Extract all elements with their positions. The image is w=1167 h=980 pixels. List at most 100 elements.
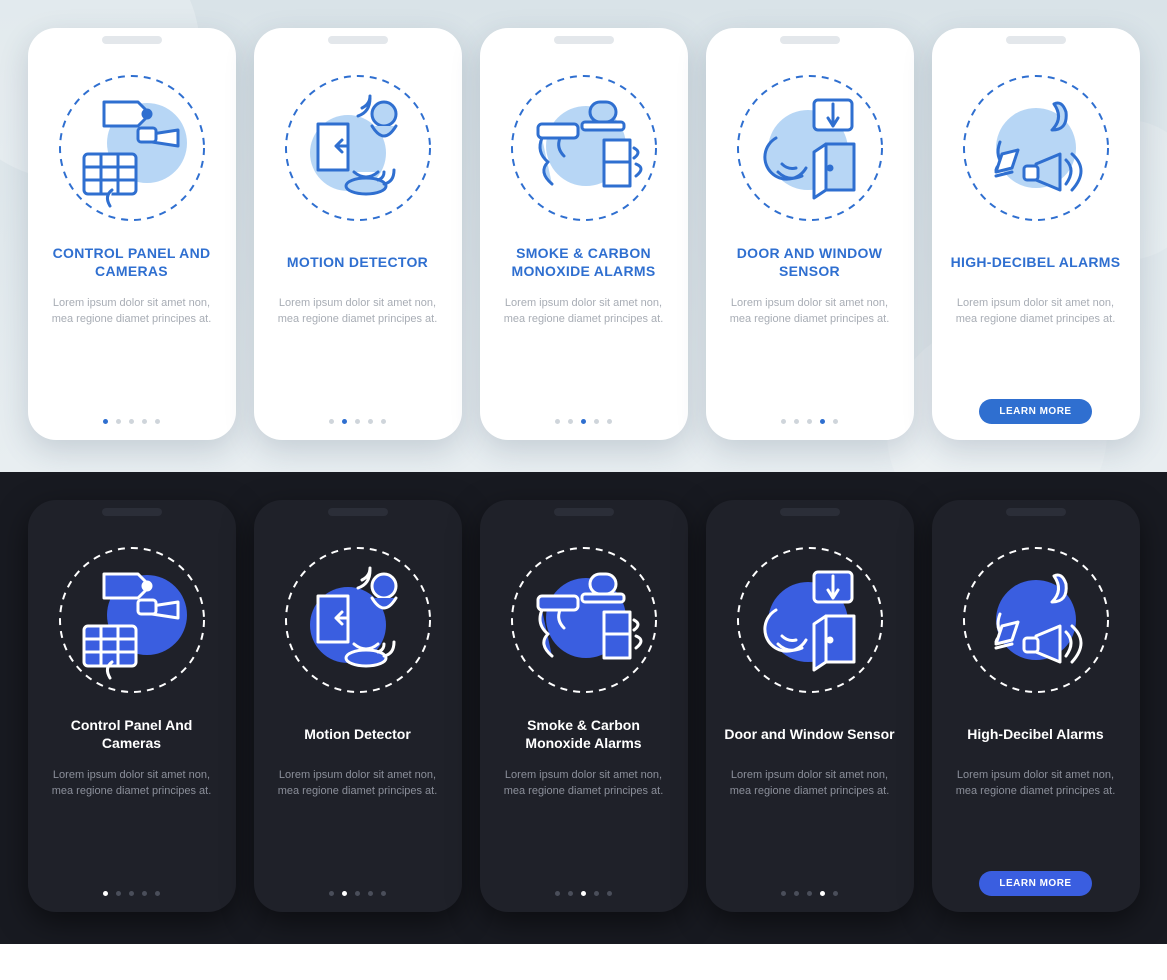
pagination-dots <box>781 891 838 896</box>
phone-mockup: Motion Detector Lorem ipsum dolor sit am… <box>254 500 462 912</box>
pagination-dots <box>555 419 612 424</box>
phone-mockup: High-Decibel Alarms Lorem ipsum dolor si… <box>932 500 1140 912</box>
screen-body: Lorem ipsum dolor sit amet non, mea regi… <box>42 296 222 328</box>
dot[interactable] <box>781 419 786 424</box>
high-decibel-alarms-icon <box>956 540 1116 700</box>
phone-notch <box>328 508 388 516</box>
control-panel-cameras-icon <box>52 68 212 228</box>
phone-notch <box>554 36 614 44</box>
smoke-co-alarms-icon <box>504 540 664 700</box>
pagination-dots <box>103 891 160 896</box>
dot[interactable] <box>568 891 573 896</box>
phone-mockup: DOOR AND WINDOW SENSOR Lorem ipsum dolor… <box>706 28 914 440</box>
pagination-dots <box>103 419 160 424</box>
screen-body: Lorem ipsum dolor sit amet non, mea regi… <box>494 768 674 800</box>
dot[interactable] <box>381 891 386 896</box>
screen-title: High-Decibel Alarms <box>967 714 1103 754</box>
screen-title: Door and Window Sensor <box>724 714 894 754</box>
dot[interactable] <box>794 419 799 424</box>
phone-notch <box>102 36 162 44</box>
dot[interactable] <box>329 419 334 424</box>
door-window-sensor-icon <box>730 540 890 700</box>
screen-title: Control Panel And Cameras <box>42 714 222 754</box>
phone-mockup: Control Panel And Cameras Lorem ipsum do… <box>28 500 236 912</box>
motion-detector-icon <box>278 540 438 700</box>
phone-notch <box>780 508 840 516</box>
learn-more-button[interactable]: LEARN MORE <box>979 399 1091 424</box>
dot[interactable] <box>103 419 108 424</box>
onboarding-row-dark: Control Panel And Cameras Lorem ipsum do… <box>0 472 1167 944</box>
phone-mockup: Door and Window Sensor Lorem ipsum dolor… <box>706 500 914 912</box>
screen-title: CONTROL PANEL AND CAMERAS <box>42 242 222 282</box>
dot[interactable] <box>355 891 360 896</box>
dot[interactable] <box>155 891 160 896</box>
door-window-sensor-icon <box>730 68 890 228</box>
dot[interactable] <box>368 419 373 424</box>
dot[interactable] <box>594 891 599 896</box>
dot[interactable] <box>833 891 838 896</box>
learn-more-button[interactable]: LEARN MORE <box>979 871 1091 896</box>
dot[interactable] <box>142 891 147 896</box>
pagination-dots <box>555 891 612 896</box>
dot[interactable] <box>568 419 573 424</box>
screen-body: Lorem ipsum dolor sit amet non, mea regi… <box>946 768 1126 800</box>
dot[interactable] <box>129 419 134 424</box>
dot[interactable] <box>342 419 347 424</box>
dot[interactable] <box>833 419 838 424</box>
onboarding-row-light: CONTROL PANEL AND CAMERAS Lorem ipsum do… <box>0 0 1167 472</box>
dot[interactable] <box>581 891 586 896</box>
screen-body: Lorem ipsum dolor sit amet non, mea regi… <box>42 768 222 800</box>
dot[interactable] <box>129 891 134 896</box>
screen-body: Lorem ipsum dolor sit amet non, mea regi… <box>946 296 1126 328</box>
phone-mockup: CONTROL PANEL AND CAMERAS Lorem ipsum do… <box>28 28 236 440</box>
dot[interactable] <box>794 891 799 896</box>
pagination-dots <box>329 419 386 424</box>
dot[interactable] <box>116 891 121 896</box>
dot[interactable] <box>116 419 121 424</box>
phone-notch <box>554 508 614 516</box>
dot[interactable] <box>381 419 386 424</box>
screen-title: HIGH-DECIBEL ALARMS <box>951 242 1121 282</box>
dot[interactable] <box>807 419 812 424</box>
phone-mockup: MOTION DETECTOR Lorem ipsum dolor sit am… <box>254 28 462 440</box>
dot[interactable] <box>142 419 147 424</box>
control-panel-cameras-icon <box>52 540 212 700</box>
dot[interactable] <box>555 891 560 896</box>
screen-title: Motion Detector <box>304 714 411 754</box>
dot[interactable] <box>581 419 586 424</box>
dot[interactable] <box>342 891 347 896</box>
dot[interactable] <box>329 891 334 896</box>
screen-title: SMOKE & CARBON MONOXIDE ALARMS <box>494 242 674 282</box>
dot[interactable] <box>781 891 786 896</box>
dot[interactable] <box>155 419 160 424</box>
screen-body: Lorem ipsum dolor sit amet non, mea regi… <box>268 768 448 800</box>
dot[interactable] <box>355 419 360 424</box>
phone-notch <box>1006 508 1066 516</box>
motion-detector-icon <box>278 68 438 228</box>
phone-notch <box>102 508 162 516</box>
screen-body: Lorem ipsum dolor sit amet non, mea regi… <box>720 768 900 800</box>
dot[interactable] <box>103 891 108 896</box>
smoke-co-alarms-icon <box>504 68 664 228</box>
phone-mockup: Smoke & Carbon Monoxide Alarms Lorem ips… <box>480 500 688 912</box>
screen-title: Smoke & Carbon Monoxide Alarms <box>494 714 674 754</box>
dot[interactable] <box>820 891 825 896</box>
dot[interactable] <box>368 891 373 896</box>
high-decibel-alarms-icon <box>956 68 1116 228</box>
phone-notch <box>328 36 388 44</box>
phone-notch <box>780 36 840 44</box>
pagination-dots <box>781 419 838 424</box>
dot[interactable] <box>555 419 560 424</box>
dot[interactable] <box>807 891 812 896</box>
dot[interactable] <box>594 419 599 424</box>
screen-title: MOTION DETECTOR <box>287 242 428 282</box>
dot[interactable] <box>607 891 612 896</box>
dot[interactable] <box>607 419 612 424</box>
dot[interactable] <box>820 419 825 424</box>
screen-body: Lorem ipsum dolor sit amet non, mea regi… <box>268 296 448 328</box>
phone-notch <box>1006 36 1066 44</box>
phone-mockup: SMOKE & CARBON MONOXIDE ALARMS Lorem ips… <box>480 28 688 440</box>
pagination-dots <box>329 891 386 896</box>
screen-body: Lorem ipsum dolor sit amet non, mea regi… <box>720 296 900 328</box>
screen-body: Lorem ipsum dolor sit amet non, mea regi… <box>494 296 674 328</box>
